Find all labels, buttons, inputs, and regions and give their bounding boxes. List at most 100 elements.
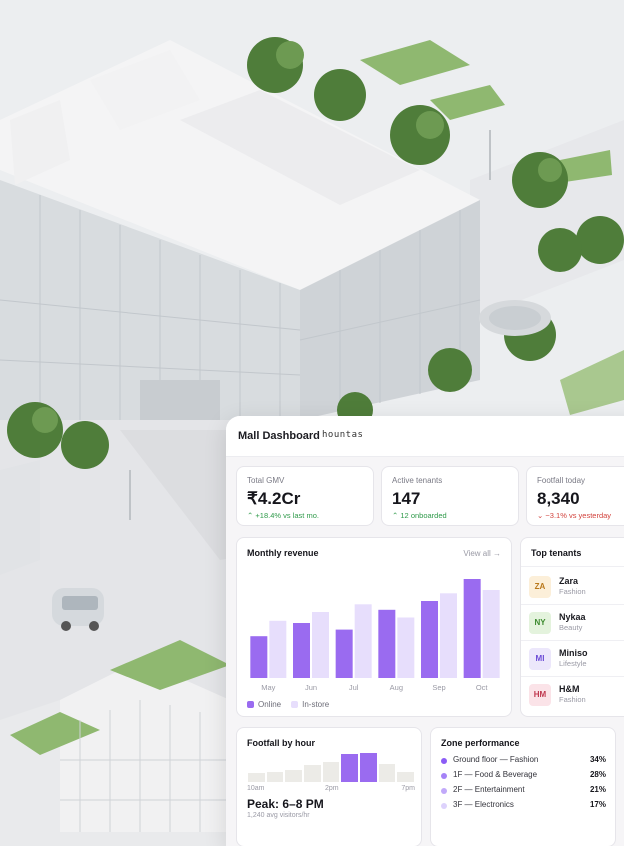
zone-percent: 21%	[589, 785, 606, 794]
footfall-bar	[304, 765, 321, 782]
kpi-card-footfall[interactable]: Footfall today 8,340 ⌄ −3.1% vs yesterda…	[526, 466, 624, 526]
tenant-name: Zara	[559, 576, 579, 586]
kpi-label: Active tenants	[392, 476, 443, 485]
tenant-category: Lifestyle	[559, 659, 587, 668]
dashboard-header: Mall Dashboard hountas	[226, 416, 624, 457]
zone-row[interactable]: Ground floor — Fashion 34%	[441, 755, 606, 769]
zone-row[interactable]: 2F — Entertainment 21%	[441, 785, 606, 799]
bar-instore-sep[interactable]	[440, 593, 457, 678]
kpi-value: ₹4.2Cr	[247, 489, 301, 508]
trend-up-icon: ⌃	[247, 511, 254, 520]
bar-online-sep[interactable]	[421, 601, 438, 678]
x-tick-label: May	[261, 683, 275, 692]
tenant-category: Beauty	[559, 623, 583, 632]
bar-online-aug[interactable]	[378, 609, 396, 678]
divider	[521, 676, 624, 677]
zone-row[interactable]: 3F — Electronics 17%	[441, 800, 606, 814]
tenant-row-zara[interactable]: ZA Zara Fashion	[529, 574, 624, 604]
bar-online-oct[interactable]	[463, 579, 481, 678]
top-tenants-card: Top tenants ZA Zara Fashion NY Nykaa Bea…	[520, 537, 624, 717]
tenant-name: Nykaa	[559, 612, 586, 622]
footfall-bar	[378, 764, 396, 782]
legend-label: In-store	[302, 700, 330, 709]
tick-label: 2pm	[325, 785, 339, 792]
revenue-bar-chart: May Jun Jul Aug Sep Oct	[250, 579, 500, 692]
zone-name: 3F — Electronics	[453, 800, 514, 809]
tenant-name: H&M	[559, 684, 580, 694]
kpi-delta: ⌃ +18.4% vs last mo.	[247, 511, 319, 520]
section-title: Monthly revenue	[247, 548, 319, 558]
chart-legend: Online In-store	[247, 700, 329, 709]
tick-label: 7pm	[401, 785, 415, 792]
tenant-avatar: NY	[529, 612, 551, 634]
bar-online-jun[interactable]	[293, 623, 310, 678]
zone-name: Ground floor — Fashion	[453, 755, 539, 764]
bar-instore-may[interactable]	[269, 620, 287, 678]
bar-online-jul[interactable]	[335, 629, 353, 678]
tenant-avatar: HM	[529, 684, 551, 706]
divider	[521, 604, 624, 605]
footfall-bar	[341, 753, 358, 782]
zone-color-dot	[441, 773, 447, 779]
legend-instore: In-store	[291, 700, 329, 709]
footfall-bar	[285, 769, 302, 782]
tick-label: 10am	[247, 785, 265, 792]
kpi-delta: ⌄ −3.1% vs yesterday	[537, 511, 611, 520]
footfall-histogram	[247, 750, 415, 782]
kpi-value: 147	[392, 489, 421, 508]
zone-color-dot	[441, 758, 447, 764]
bar-instore-aug[interactable]	[397, 617, 415, 679]
trend-up-icon: ⌃	[392, 511, 399, 520]
zone-color-dot	[441, 788, 447, 794]
tenant-row-hm[interactable]: HM H&M Fashion	[529, 682, 624, 712]
kpi-value: 8,340	[537, 489, 580, 508]
avg-visitors: 1,240 avg visitors/hr	[247, 812, 310, 819]
kpi-card-tenants[interactable]: Active tenants 147 ⌃ 12 onboarded	[381, 466, 519, 526]
section-title: Footfall by hour	[247, 738, 315, 748]
x-tick-label: Sep	[432, 683, 445, 692]
peak-hours: Peak: 6–8 PM	[247, 797, 324, 811]
tenant-row-nykaa[interactable]: NY Nykaa Beauty	[529, 610, 624, 640]
kpi-delta: ⌃ 12 onboarded	[392, 511, 447, 520]
zone-color-dot	[441, 803, 447, 809]
legend-label: Online	[258, 700, 282, 709]
bar-instore-jul[interactable]	[354, 604, 372, 678]
footfall-by-hour-card: Footfall by hour 10am 2pm 7pm Peak: 6–8 …	[236, 727, 422, 846]
page-title: Mall Dashboard	[238, 430, 320, 442]
divider	[521, 566, 624, 567]
bar-instore-oct[interactable]	[482, 590, 500, 678]
kpi-card-gmv[interactable]: Total GMV ₹4.2Cr ⌃ +18.4% vs last mo.	[236, 466, 374, 526]
section-title: Zone performance	[441, 738, 520, 748]
bar-online-may[interactable]	[250, 636, 268, 678]
tenant-category: Fashion	[559, 695, 586, 704]
monthly-revenue-card: Monthly revenue View all → May Jun Jul Aug S…	[236, 537, 512, 717]
footfall-bar	[397, 771, 414, 782]
footfall-bar	[322, 762, 340, 782]
footfall-bar	[248, 773, 265, 782]
kpi-delta-text: −3.1% vs yesterday	[545, 511, 612, 520]
tenant-name: Miniso	[559, 648, 588, 658]
view-all-link[interactable]: View all →	[463, 549, 501, 558]
zone-percent: 34%	[589, 755, 606, 764]
mall-dashboard-panel: Mall Dashboard hountas Total GMV ₹4.2Cr …	[226, 416, 624, 846]
tenant-avatar: MI	[529, 648, 551, 670]
zone-name: 2F — Entertainment	[453, 785, 525, 794]
x-tick-label: Oct	[476, 683, 489, 692]
kpi-label: Footfall today	[537, 476, 586, 485]
kpi-delta-text: +18.4% vs last mo.	[255, 511, 319, 520]
x-tick-label: Jun	[305, 683, 317, 692]
footfall-bar	[266, 772, 284, 782]
x-tick-label: Jul	[349, 683, 359, 692]
section-title: Top tenants	[531, 548, 582, 558]
kpi-label: Total GMV	[247, 476, 285, 485]
zone-row[interactable]: 1F — Food & Beverage 28%	[441, 770, 606, 784]
bar-instore-jun[interactable]	[312, 612, 329, 678]
kpi-delta-text: 12 onboarded	[400, 511, 447, 520]
zone-percent: 28%	[589, 770, 606, 779]
tenant-row-miniso[interactable]: MI Miniso Lifestyle	[529, 646, 624, 676]
divider	[521, 640, 624, 641]
zone-name: 1F — Food & Beverage	[453, 770, 538, 779]
trend-down-icon: ⌄	[537, 511, 544, 520]
brand-logo: hountas	[322, 430, 364, 440]
footfall-bar	[360, 753, 377, 782]
